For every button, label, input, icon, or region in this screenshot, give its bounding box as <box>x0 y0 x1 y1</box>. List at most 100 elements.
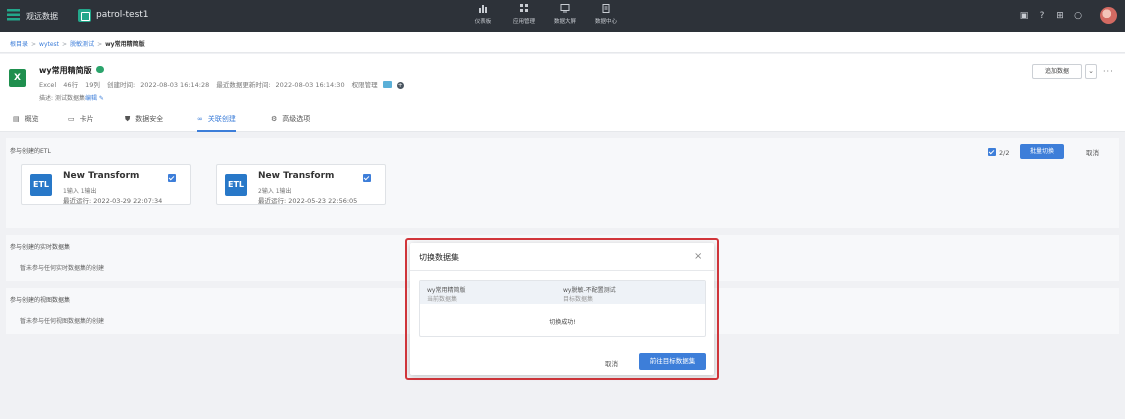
apps-icon[interactable]: ⊞ <box>1054 10 1066 22</box>
breadcrumb-bar: 根目录 > wytest > 脱敏测试 > wy常用精简版 <box>0 32 1125 53</box>
target-dataset-label: 目标数据集 <box>563 296 594 303</box>
overview-icon: ▤ <box>13 115 20 123</box>
batch-switch-button[interactable]: 批量切换 <box>1020 144 1064 159</box>
app-name[interactable]: 观远数据 <box>26 11 58 22</box>
success-message: 切换成功! <box>549 319 576 326</box>
dataset-cols: 19列 <box>85 81 100 89</box>
breadcrumb-separator: > <box>31 41 37 48</box>
card-icon: ▭ <box>68 115 75 123</box>
switch-result-panel: wy常用精简版 当前数据集 wy脱敏-不配置测试 目标数据集 切换成功! <box>419 280 706 337</box>
etl-card[interactable]: ETL New Transform 1输入 1输出 最近运行: 2022-03-… <box>21 164 191 205</box>
project-name[interactable]: patrol-test1 <box>96 10 149 20</box>
etl-checkbox[interactable] <box>363 174 371 182</box>
current-dataset-label: 当前数据集 <box>427 296 458 303</box>
more-options-button[interactable]: ··· <box>1103 67 1114 76</box>
breadcrumb-wytest[interactable]: wytest <box>39 41 59 48</box>
link-icon: ∞ <box>197 115 203 123</box>
permission-label: 权限管理 <box>351 81 378 89</box>
target-dataset-name: wy脱敏-不配置测试 <box>563 287 616 294</box>
last-run-label: 最近运行: <box>63 197 92 205</box>
etl-icon: ETL <box>225 174 247 196</box>
cancel-button[interactable]: 取消 <box>1086 147 1099 157</box>
etl-card[interactable]: ETL New Transform 2输入 1输出 最近运行: 2022-05-… <box>216 164 386 205</box>
data-center-icon <box>602 4 610 13</box>
menu-icon[interactable] <box>7 9 20 21</box>
dataset-rows: 46行 <box>63 81 79 89</box>
project-icon <box>78 9 91 22</box>
breadcrumb: 根目录 > wytest > 脱敏测试 > wy常用精简版 <box>10 39 145 48</box>
etl-last-run: 最近运行: 2022-03-29 22:07:34 <box>63 195 162 205</box>
breadcrumb-desensitize[interactable]: 脱敏测试 <box>70 41 94 48</box>
edit-icon[interactable]: ✎ <box>99 95 104 102</box>
etl-io: 1输入 1输出 <box>63 188 97 195</box>
breadcrumb-current: wy常用精简版 <box>105 41 145 48</box>
etl-name: New Transform <box>258 171 335 181</box>
status-badge <box>96 66 104 73</box>
last-run-label: 最近运行: <box>258 197 287 205</box>
avatar[interactable] <box>1100 7 1117 24</box>
add-data-button[interactable]: 追加数据 <box>1032 64 1082 79</box>
etl-icon: ETL <box>30 174 52 196</box>
tab-advanced-options[interactable]: ⚙ 高级选项 <box>271 114 310 132</box>
screen-icon <box>560 4 570 13</box>
section-title: 参与创建的视图数据集 <box>10 297 71 304</box>
dataset-title: wy常用精简版 <box>39 66 92 75</box>
edit-description-link[interactable]: 编辑 <box>85 95 97 102</box>
section-title: 参与创建的ETL <box>10 148 51 155</box>
close-icon[interactable]: × <box>694 251 702 262</box>
updated-label: 最近数据更新时间: <box>216 81 271 89</box>
nav-label: 应用管理 <box>512 19 535 25</box>
tab-bar: ▤ 概览 ▭ 卡片 ⛊ 数据安全 ∞ 关联创建 ⚙ 高级选项 <box>0 108 1125 132</box>
breadcrumb-separator: > <box>62 41 68 48</box>
last-run-time: 2022-03-29 22:07:34 <box>93 197 163 205</box>
dataset-header: X wy常用精简版 Excel 46行 19列 创建时间: 2022-08-03 … <box>0 54 1125 132</box>
permission-group-icon[interactable] <box>382 81 392 88</box>
current-dataset-name: wy常用精简版 <box>427 287 466 294</box>
etl-checkbox[interactable] <box>168 174 176 182</box>
search-icon[interactable]: ○ <box>1072 10 1084 22</box>
updated-time: 2022-08-03 16:14:30 <box>275 81 345 89</box>
dialog-title: 切换数据集 <box>419 253 459 262</box>
divider <box>410 270 714 271</box>
description-text: 测试数据集 <box>54 95 85 102</box>
switch-dataset-dialog: 切换数据集 × wy常用精简版 当前数据集 wy脱敏-不配置测试 目标数据集 切… <box>410 243 714 375</box>
etl-io: 2输入 1输出 <box>258 188 292 195</box>
select-all[interactable]: 2/2 <box>988 147 1009 157</box>
notification-icon[interactable]: ▣ <box>1018 10 1030 22</box>
created-label: 创建时间: <box>107 81 136 89</box>
etl-section: 参与创建的ETL 2/2 批量切换 取消 ETL New Transform 1… <box>6 138 1119 228</box>
add-permission-icon[interactable]: + <box>396 82 404 89</box>
nav-app-manage[interactable]: 应用管理 <box>504 4 544 25</box>
tab-associated-create[interactable]: ∞ 关联创建 <box>197 114 236 132</box>
nav-label: 数据大屏 <box>553 19 576 25</box>
help-icon[interactable]: ? <box>1036 10 1048 22</box>
tab-label: 高级选项 <box>282 115 311 123</box>
gear-icon: ⚙ <box>271 115 278 123</box>
dataset-meta: Excel 46行 19列 创建时间: 2022-08-03 16:14:28 最… <box>39 79 409 89</box>
nav-data-screen[interactable]: 数据大屏 <box>545 4 585 25</box>
tab-overview[interactable]: ▤ 概览 <box>13 114 39 132</box>
tab-label: 数据安全 <box>135 115 164 123</box>
selected-count: 2/2 <box>999 149 1010 157</box>
empty-message: 暂未参与任何实时数据集的创建 <box>20 265 105 272</box>
breadcrumb-root[interactable]: 根目录 <box>10 41 28 48</box>
tab-label: 卡片 <box>79 115 94 123</box>
app-grid-icon <box>520 4 528 12</box>
dataset-description: 描述: 测试数据集编辑 ✎ <box>39 93 104 102</box>
dialog-cancel-button[interactable]: 取消 <box>605 358 618 368</box>
last-run-time: 2022-05-23 22:56:05 <box>288 197 358 205</box>
description-label: 描述: <box>39 95 54 102</box>
tab-label: 概览 <box>24 115 39 123</box>
go-to-target-button[interactable]: 前往目标数据集 <box>639 353 706 370</box>
nav-label: 仪表板 <box>474 19 492 25</box>
tab-card[interactable]: ▭ 卡片 <box>68 114 94 132</box>
nav-label: 数据中心 <box>594 19 617 25</box>
nav-data-center[interactable]: 数据中心 <box>586 4 626 25</box>
switch-summary: wy常用精简版 当前数据集 wy脱敏-不配置测试 目标数据集 <box>420 281 705 304</box>
add-data-dropdown[interactable]: ⌄ <box>1085 64 1097 79</box>
excel-file-icon: X <box>9 69 26 87</box>
select-all-checkbox[interactable] <box>988 148 996 156</box>
dashboard-icon <box>479 5 487 13</box>
tab-data-security[interactable]: ⛊ 数据安全 <box>125 114 163 132</box>
nav-dashboard[interactable]: 仪表板 <box>463 4 503 25</box>
